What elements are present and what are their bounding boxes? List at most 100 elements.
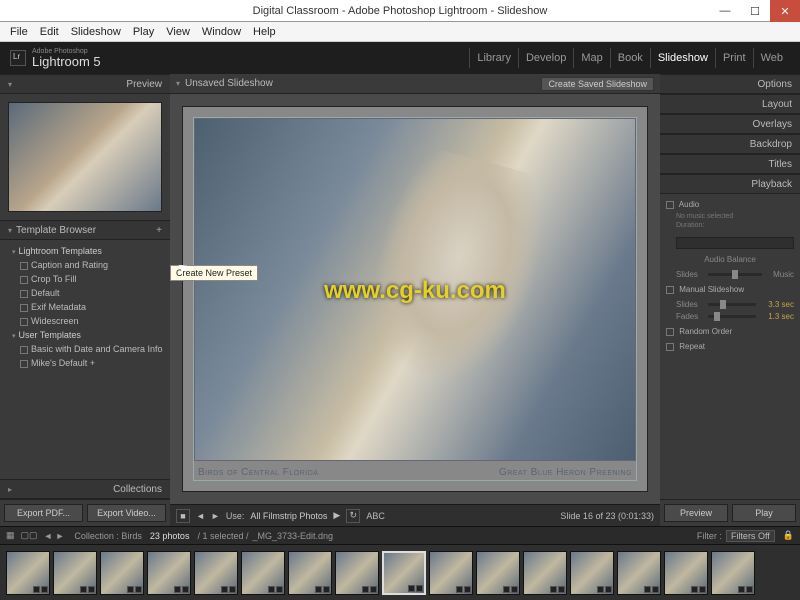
module-map[interactable]: Map — [573, 48, 609, 68]
secondary-display-icon[interactable]: ▢▢ — [21, 530, 38, 541]
menu-view[interactable]: View — [160, 26, 196, 38]
filmstrip-thumb[interactable] — [194, 551, 238, 595]
template-item[interactable]: Crop To Fill — [6, 272, 164, 286]
options-panel-header[interactable]: Options — [758, 79, 792, 90]
chevron-down-icon[interactable]: ▾ — [176, 79, 180, 88]
badge-icon — [738, 586, 745, 593]
template-group-user[interactable]: User Templates — [6, 328, 164, 342]
use-dropdown[interactable]: All Filmstrip Photos — [250, 511, 327, 521]
badge-icon — [550, 586, 557, 593]
template-group-lightroom[interactable]: Lightroom Templates — [6, 244, 164, 258]
filmstrip-thumb[interactable] — [53, 551, 97, 595]
fades-duration-value: 1.3 sec — [760, 312, 794, 321]
filmstrip-thumb[interactable] — [288, 551, 332, 595]
module-web[interactable]: Web — [753, 48, 790, 68]
badge-icon — [644, 586, 651, 593]
filter-dropdown[interactable]: Filters Off — [726, 530, 775, 542]
add-template-button[interactable]: + — [156, 225, 162, 236]
chevron-down-icon[interactable]: ▾ — [8, 80, 12, 89]
template-item[interactable]: Widescreen — [6, 314, 164, 328]
template-browser-header[interactable]: Template Browser — [16, 225, 96, 236]
export-video-button[interactable]: Export Video... — [87, 504, 166, 522]
repeat-checkbox[interactable] — [666, 343, 674, 351]
template-item[interactable]: Caption and Rating — [6, 258, 164, 272]
slide-image — [194, 118, 636, 461]
template-item[interactable]: Basic with Date and Camera Info — [6, 342, 164, 356]
module-develop[interactable]: Develop — [518, 48, 573, 68]
filmstrip-thumb[interactable] — [617, 551, 661, 595]
chevron-right-icon[interactable]: ▸ — [8, 485, 12, 494]
slide-preview: Birds of Central Florida Great Blue Hero… — [182, 106, 648, 492]
badge-icon — [605, 586, 612, 593]
template-item[interactable]: Mike's Default + — [6, 356, 164, 370]
filmstrip-thumb[interactable] — [335, 551, 379, 595]
badge-icon — [464, 586, 471, 593]
filmstrip-thumb[interactable] — [523, 551, 567, 595]
nav-back-icon[interactable]: ◄ — [44, 531, 53, 541]
balance-slider[interactable] — [708, 273, 762, 276]
grid-view-icon[interactable]: ▦ — [6, 530, 15, 541]
filmstrip-thumb[interactable] — [711, 551, 755, 595]
template-item[interactable]: Default — [6, 286, 164, 300]
layout-panel-header[interactable]: Layout — [762, 99, 792, 110]
play-preview-button[interactable]: ▶ — [333, 510, 340, 521]
filmstrip[interactable] — [0, 544, 800, 600]
window-close-button[interactable]: ✕ — [770, 0, 800, 22]
module-slideshow[interactable]: Slideshow — [650, 48, 715, 68]
create-saved-slideshow-button[interactable]: Create Saved Slideshow — [541, 77, 654, 91]
filmstrip-thumb[interactable] — [570, 551, 614, 595]
badge-icon — [370, 586, 377, 593]
filmstrip-thumb[interactable] — [429, 551, 473, 595]
filmstrip-thumb[interactable] — [147, 551, 191, 595]
backdrop-panel-header[interactable]: Backdrop — [750, 139, 792, 150]
rotate-button[interactable]: ↻ — [346, 509, 360, 523]
fades-duration-slider[interactable] — [708, 315, 756, 318]
filmstrip-info-bar: ▦ ▢▢ ◄ ► Collection : Birds 23 photos / … — [0, 526, 800, 544]
window-minimize-button[interactable]: — — [710, 0, 740, 22]
audio-checkbox[interactable] — [666, 201, 674, 209]
next-slide-button[interactable]: ► — [211, 511, 220, 521]
play-button[interactable]: Play — [732, 504, 796, 522]
menu-help[interactable]: Help — [247, 26, 282, 38]
filmstrip-thumb[interactable] — [100, 551, 144, 595]
window-maximize-button[interactable]: ☐ — [740, 0, 770, 22]
filter-lock-icon[interactable]: 🔒 — [783, 530, 794, 541]
preview-panel-header[interactable]: Preview — [126, 79, 162, 90]
menu-file[interactable]: File — [4, 26, 34, 38]
template-item[interactable]: Exif Metadata — [6, 300, 164, 314]
module-book[interactable]: Book — [610, 48, 650, 68]
filmstrip-thumb[interactable] — [6, 551, 50, 595]
menu-play[interactable]: Play — [127, 26, 160, 38]
manual-slideshow-checkbox[interactable] — [666, 286, 674, 294]
stop-button[interactable]: ■ — [176, 509, 190, 523]
collections-panel-header[interactable]: Collections — [113, 484, 162, 495]
collection-label[interactable]: Collection : Birds — [74, 531, 142, 541]
slideshow-toolbar: ■ ◄ ► Use: All Filmstrip Photos ▶ ↻ ABC … — [170, 504, 660, 526]
random-order-checkbox[interactable] — [666, 328, 674, 336]
prev-slide-button[interactable]: ◄ — [196, 511, 205, 521]
playback-panel-header[interactable]: Playback — [751, 179, 792, 190]
menu-window[interactable]: Window — [196, 26, 247, 38]
filmstrip-thumb[interactable] — [476, 551, 520, 595]
module-library[interactable]: Library — [469, 48, 518, 68]
nav-fwd-icon[interactable]: ► — [55, 531, 64, 541]
badge-icon — [691, 586, 698, 593]
repeat-label: Repeat — [679, 342, 705, 351]
filmstrip-thumb[interactable] — [382, 551, 426, 595]
menu-slideshow[interactable]: Slideshow — [65, 26, 127, 38]
slide-caption-left: Birds of Central Florida — [198, 467, 318, 478]
filmstrip-thumb[interactable] — [241, 551, 285, 595]
menu-edit[interactable]: Edit — [34, 26, 65, 38]
audio-well[interactable] — [676, 237, 794, 249]
duration-label: Duration: — [676, 222, 794, 229]
filmstrip-thumb[interactable] — [664, 551, 708, 595]
module-print[interactable]: Print — [715, 48, 753, 68]
export-pdf-button[interactable]: Export PDF... — [4, 504, 83, 522]
overlays-panel-header[interactable]: Overlays — [753, 119, 792, 130]
titles-panel-header[interactable]: Titles — [768, 159, 792, 170]
slides-duration-slider[interactable] — [708, 303, 756, 306]
badge-icon — [597, 586, 604, 593]
chevron-down-icon[interactable]: ▾ — [8, 226, 12, 235]
preview-button[interactable]: Preview — [664, 504, 728, 522]
text-overlay-button[interactable]: ABC — [366, 511, 385, 521]
